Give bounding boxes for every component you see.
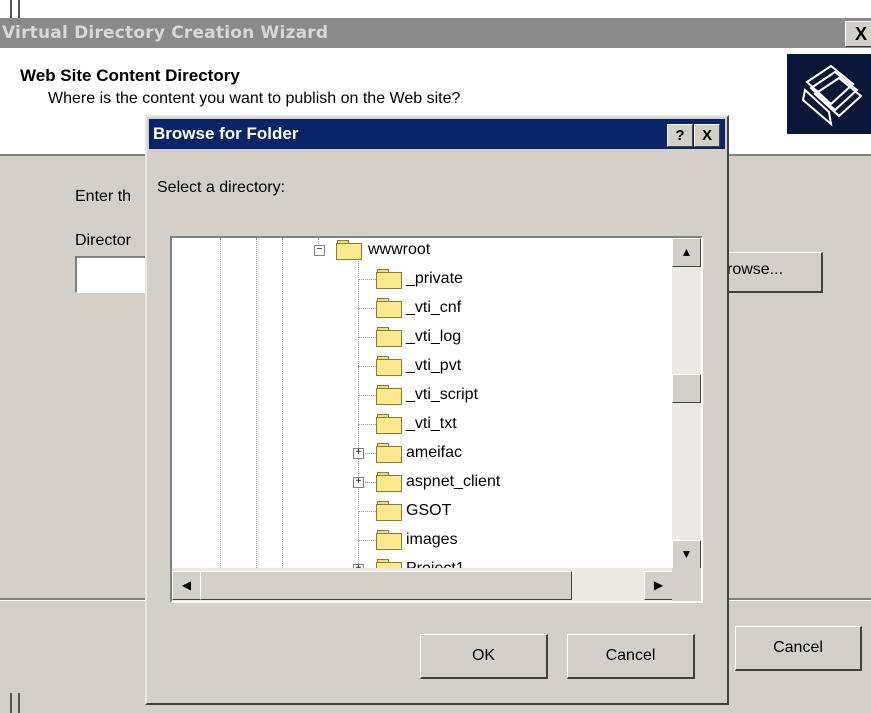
tree-connector [358, 511, 376, 512]
scroll-left-arrow-icon[interactable]: ◀ [172, 571, 201, 600]
tree-connector [358, 308, 376, 309]
tree-node-label: _vti_log [406, 328, 462, 345]
folder-open-icon [336, 240, 362, 260]
browse-button-label: rowse... [727, 261, 784, 278]
folder-icon [376, 443, 402, 463]
folder-tree[interactable]: − wwwroot _private _vti_cnf _vti_log _vti_p… [170, 236, 703, 603]
wizard-title: Virtual Directory Creation Wizard [2, 23, 329, 43]
browse-dialog-titlebar: Browse for Folder ? X [149, 119, 725, 149]
select-directory-label: Select a directory: [157, 179, 286, 196]
tree-connector [358, 366, 376, 367]
tree-node-label: _private [406, 270, 463, 287]
folder-icon [376, 269, 402, 289]
tree-node-label: _vti_txt [406, 415, 457, 432]
browse-dialog-title: Browse for Folder [153, 124, 299, 143]
folder-icon [376, 327, 402, 347]
tree-guide-line [282, 238, 283, 568]
tree-guide-line [358, 258, 359, 568]
wizard-titlebar: Virtual Directory Creation Wizard X [0, 18, 871, 48]
folder-icon [376, 356, 402, 376]
folder-icon [376, 501, 402, 521]
scrollbar-corner [672, 568, 701, 601]
folder-icon [376, 414, 402, 434]
collapse-icon[interactable]: − [314, 245, 325, 256]
window-edge [10, 0, 20, 18]
folder-icon [376, 472, 402, 492]
tree-node-label: wwwroot [368, 241, 431, 258]
tree-node-label: images [406, 531, 458, 548]
wizard-page-title: Web Site Content Directory [20, 66, 240, 85]
folders-icon [787, 54, 871, 134]
folder-icon [376, 530, 402, 550]
wizard-close-button[interactable]: X [845, 21, 871, 47]
tree-node-label: GSOT [406, 502, 452, 519]
folder-icon [376, 385, 402, 405]
help-button[interactable]: ? [667, 124, 693, 147]
ok-button[interactable]: OK [420, 634, 548, 679]
directory-label: Director [75, 232, 132, 249]
browse-dialog-close-button[interactable]: X [694, 124, 720, 147]
scroll-up-arrow-icon[interactable]: ▲ [672, 238, 701, 267]
horizontal-scroll-thumb[interactable] [200, 571, 572, 600]
browse-button[interactable]: rowse... [718, 252, 823, 293]
browse-for-folder-dialog: Browse for Folder ? X Select a directory… [145, 115, 729, 705]
tree-horizontal-scrollbar[interactable]: ◀ ▶ [172, 568, 673, 601]
tree-connector [358, 279, 376, 280]
tree-connector [358, 395, 376, 396]
browse-cancel-button[interactable]: Cancel [567, 634, 695, 679]
scroll-down-arrow-icon[interactable]: ▼ [672, 540, 701, 569]
folder-icon [376, 298, 402, 318]
tree-node-label: _vti_cnf [406, 299, 462, 316]
tree-node-label: _vti_pvt [406, 357, 462, 374]
tree-vertical-scrollbar[interactable]: ▲ ▼ [672, 238, 701, 569]
wizard-cancel-button[interactable]: Cancel [735, 626, 862, 671]
vertical-scroll-thumb[interactable] [672, 374, 701, 403]
tree-node-label: ameifac [406, 444, 463, 461]
tree-guide-line [220, 238, 221, 568]
tree-connector [358, 337, 376, 338]
tree-node-label: aspnet_client [406, 473, 501, 490]
tree-node-label: _vti_script [406, 386, 479, 403]
scroll-right-arrow-icon[interactable]: ▶ [644, 571, 673, 600]
folder-icon [376, 559, 402, 568]
wizard-page-subtitle: Where is the content you want to publish… [48, 90, 461, 107]
folder-tree-viewport: − wwwroot _private _vti_cnf _vti_log _vti_p… [172, 238, 672, 568]
tree-node-label: Project1 [406, 557, 465, 568]
enter-instruction-label: Enter th [75, 188, 132, 205]
tree-guide-line [256, 238, 257, 568]
expand-icon[interactable]: + [353, 448, 364, 459]
expand-icon[interactable]: + [353, 477, 364, 488]
tree-connector [358, 424, 376, 425]
window-edge-bottom [10, 693, 20, 713]
tree-connector [358, 540, 376, 541]
